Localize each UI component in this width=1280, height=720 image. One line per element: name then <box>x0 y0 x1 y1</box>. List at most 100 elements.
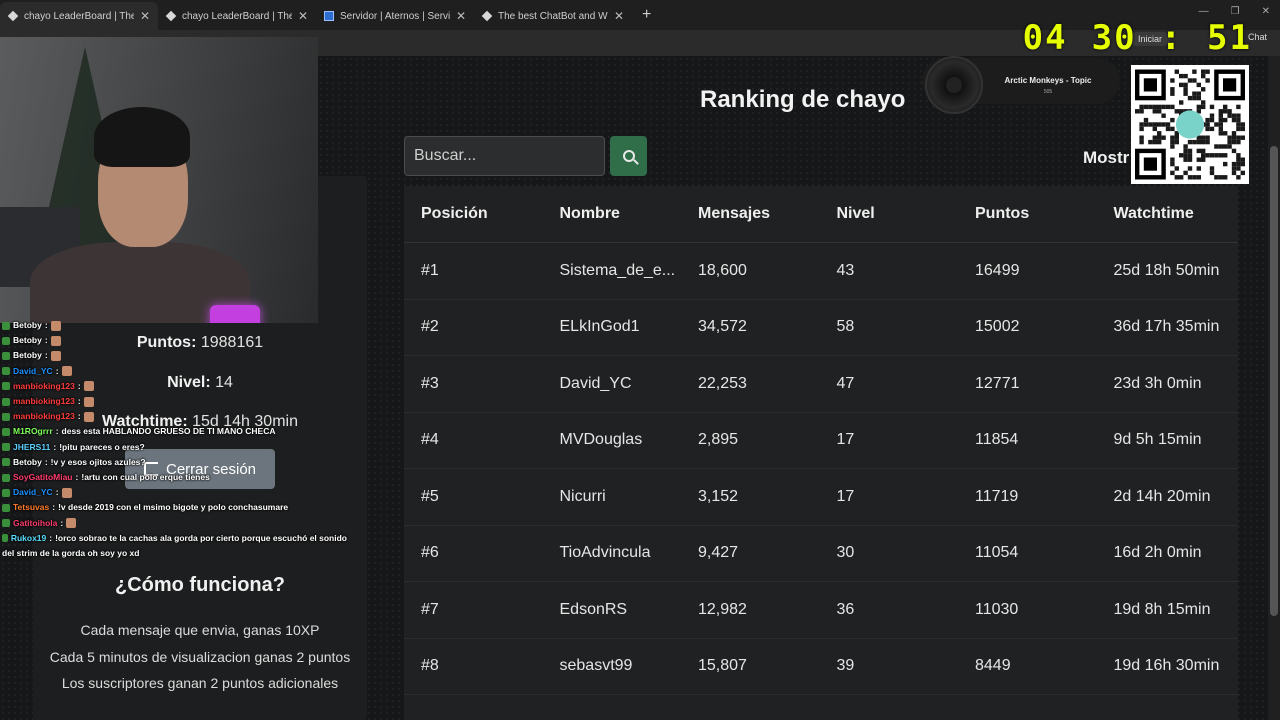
scrollbar-thumb[interactable] <box>1270 146 1278 616</box>
table-cell: 11054 <box>975 544 1019 562</box>
minimize-icon[interactable]: — <box>1199 6 1209 17</box>
table-cell: 2,895 <box>698 431 739 449</box>
maximize-icon[interactable]: ❐ <box>1231 6 1240 17</box>
table-cell: #7 <box>421 600 439 618</box>
chat-message: Tetsuvas: !v desde 2019 con el msimo bigo… <box>2 500 347 515</box>
how-it-works-title: ¿Cómo funciona? <box>115 574 285 596</box>
page-scrollbar[interactable] <box>1268 56 1280 720</box>
table-cell: 8449 <box>975 657 1011 675</box>
column-header[interactable]: Nivel <box>820 205 959 223</box>
browser-tab-3[interactable]: Servidor | Aternos | Servidor de M ✕ <box>316 2 474 30</box>
chat-text: !artu con cual polo erque tienes <box>81 472 210 483</box>
column-header[interactable]: Nombre <box>543 205 682 223</box>
new-tab-icon[interactable]: + <box>642 6 651 24</box>
column-header[interactable]: Mensajes <box>681 205 820 223</box>
table-cell: 9,427 <box>698 544 739 562</box>
close-tab-icon[interactable]: ✕ <box>298 9 308 23</box>
table-cell: 11030 <box>975 600 1019 618</box>
search-icon <box>622 150 635 162</box>
table-cell: TioAdvincula <box>559 544 651 562</box>
site-favicon-icon <box>481 10 493 22</box>
search-input[interactable]: Buscar... <box>404 136 605 176</box>
chat-message: manbioking123: <box>2 394 347 409</box>
qr-code-icon <box>1135 69 1245 180</box>
user-badge-icon <box>2 534 8 543</box>
user-badge-icon <box>2 473 10 482</box>
close-window-icon[interactable]: ✕ <box>1262 6 1270 17</box>
aternos-favicon-icon <box>324 11 334 21</box>
chat-message: David_YC: <box>2 485 347 500</box>
stream-chat-overlay: Betoby: Betoby: Betoby: David_YC: manbioking… <box>2 318 347 561</box>
emote-icon <box>83 411 94 422</box>
column-header[interactable]: Puntos <box>958 205 1097 223</box>
table-cell: 19d 8h 15min <box>1113 600 1211 618</box>
table-cell: #6 <box>421 544 439 562</box>
table-cell: Nicurri <box>559 487 606 505</box>
chat-username: Betoby <box>13 456 42 467</box>
table-cell: 3,152 <box>698 487 739 505</box>
user-badge-icon <box>2 458 10 467</box>
how-line: Cada 5 minutos de visualizacion ganas 2 … <box>49 649 351 665</box>
page-title: Ranking de chayo <box>700 86 906 113</box>
clock-minutes: 30 <box>1091 18 1137 58</box>
table-cell: 18,600 <box>698 261 747 279</box>
table-cell: 12771 <box>975 374 1020 392</box>
user-badge-icon <box>2 428 10 437</box>
browser-tab-2[interactable]: chayo LeaderBoard | The best Chat ✕ <box>158 2 316 30</box>
emote-icon <box>50 335 61 346</box>
table-cell: 34,572 <box>698 318 747 336</box>
table-cell: #4 <box>421 431 439 449</box>
chat-text: !v y esos ojitos azules? <box>50 456 146 467</box>
chat-username: Betoby <box>13 335 42 346</box>
table-cell: David_YC <box>559 374 632 392</box>
table-cell: #5 <box>421 487 439 505</box>
how-line: Los suscriptores ganan 2 puntos adiciona… <box>61 675 339 691</box>
emote-icon <box>61 366 72 377</box>
table-cell: 15002 <box>975 318 1020 336</box>
now-playing-sub: 505 <box>1043 89 1053 95</box>
close-tab-icon[interactable]: ✕ <box>614 9 624 23</box>
user-badge-icon <box>2 412 10 421</box>
browser-tab-1[interactable]: chayo LeaderBoard | The best Chat ✕ <box>0 2 158 30</box>
column-header[interactable]: Watchtime <box>1097 205 1238 223</box>
search-button[interactable] <box>610 136 647 176</box>
site-favicon-icon <box>165 10 177 22</box>
table-header: Posición Nombre Mensajes Nivel Puntos Wa… <box>404 186 1238 243</box>
chat-username: manbioking123 <box>13 380 75 391</box>
browser-tab-4[interactable]: The best ChatBot and Widgets for ✕ <box>474 2 632 30</box>
chat-message: Betoby: <box>2 318 347 333</box>
user-badge-icon <box>2 443 10 452</box>
close-tab-icon[interactable]: ✕ <box>140 9 150 23</box>
table-cell: 17 <box>836 487 855 505</box>
table-cell: 23d 3h 0min <box>1113 374 1202 392</box>
user-badge-icon <box>2 321 10 330</box>
stream-clock: 04 30:51 <box>1011 18 1264 58</box>
window-controls: — ❐ ✕ <box>1199 6 1270 17</box>
table-cell: 39 <box>836 657 855 675</box>
tab-title: chayo LeaderBoard | The best Chat <box>24 10 134 22</box>
clock-seconds: 51 <box>1207 18 1252 58</box>
table-cell: 16499 <box>975 261 1020 279</box>
table-cell: sebasvt99 <box>559 657 633 675</box>
tab-title: chayo LeaderBoard | The best Chat <box>182 10 292 22</box>
chat-username: JHERS11 <box>13 441 51 452</box>
chat-text: !orco sobrao te la cachas ala gorda por … <box>55 532 347 543</box>
user-badge-icon <box>2 488 10 497</box>
chat-message: Rukox19: !orco sobrao te la cachas ala go… <box>2 531 347 546</box>
user-badge-icon <box>2 519 10 528</box>
table-cell: 16d 2h 0min <box>1113 544 1202 562</box>
how-line: Cada mensaje que envia, ganas 10XP <box>80 622 320 638</box>
table-cell: 11854 <box>975 431 1019 449</box>
clock-hours: 04 <box>1022 18 1068 58</box>
chat-username: Betoby <box>13 320 42 330</box>
chat-username: M1ROgrrr <box>13 426 53 437</box>
table-row: #7 EdsonRS 12,982 36 11030 19d 8h 15min <box>404 582 1238 639</box>
close-tab-icon[interactable]: ✕ <box>456 9 466 23</box>
user-badge-icon <box>2 336 10 345</box>
tab-title: The best ChatBot and Widgets for <box>498 10 608 22</box>
column-header[interactable]: Posición <box>404 205 543 223</box>
chat-message: del strim de la gorda oh soy yo xd <box>2 546 347 561</box>
table-cell: 11719 <box>975 487 1019 505</box>
chat-username: manbioking123 <box>13 396 75 407</box>
now-playing-title: Arctic Monkeys - Topic <box>1004 76 1092 85</box>
